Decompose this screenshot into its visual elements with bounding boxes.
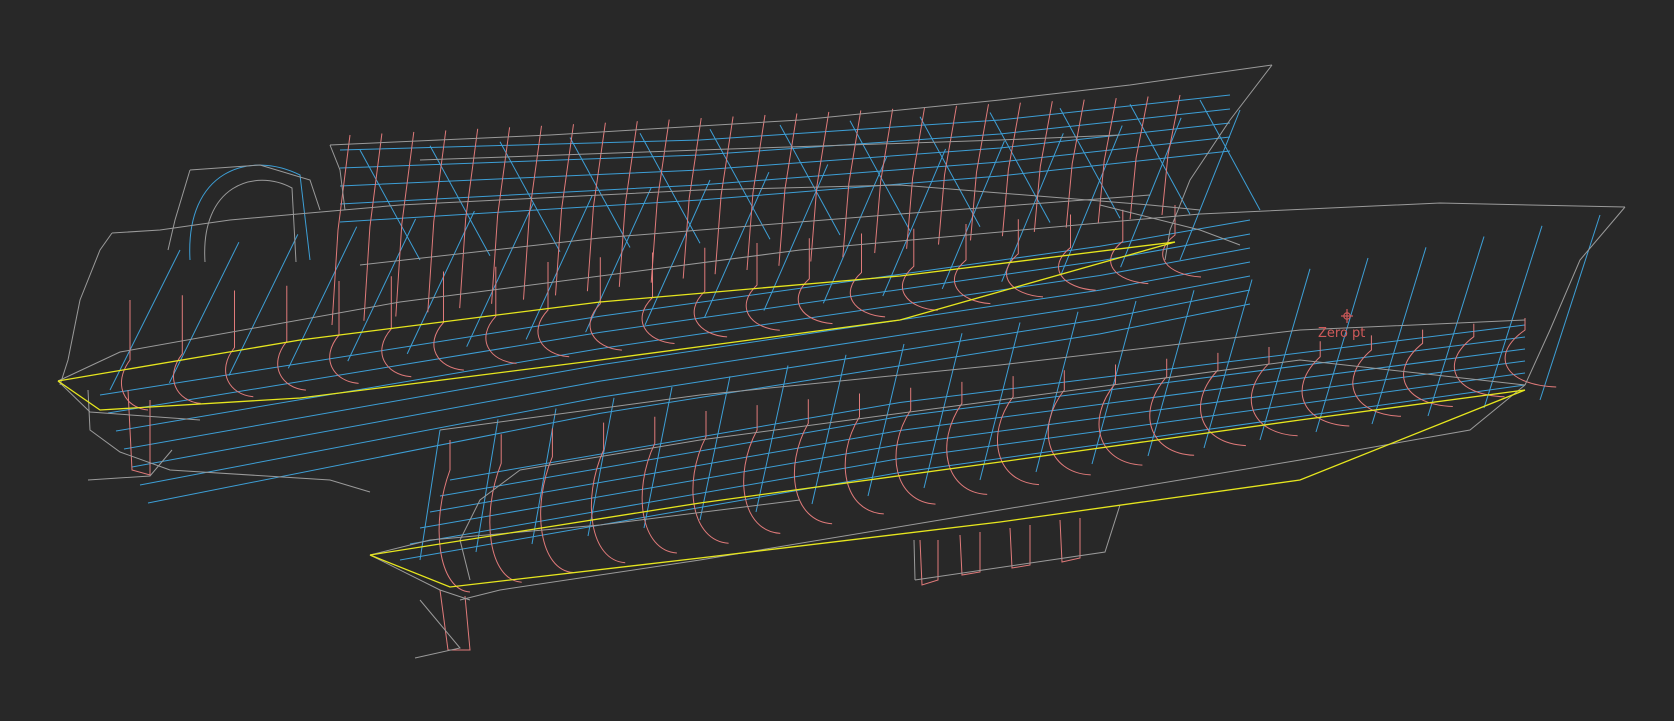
lower-diagonal-4 (643, 386, 673, 529)
cabin-station-18 (906, 107, 926, 249)
cabin-station-0 (331, 134, 351, 326)
outline-line-14 (59, 232, 113, 386)
roof-diagonal-11 (1129, 103, 1191, 215)
cabin-station-4 (459, 128, 479, 309)
lower-hull-station-12 (1047, 370, 1091, 476)
outline-line-11 (414, 599, 461, 659)
3d-viewport[interactable]: Zero pt (0, 0, 1674, 721)
lower-buttock-0 (399, 384, 1526, 561)
cabin-station-23 (1065, 99, 1085, 228)
lower-diagonal-15 (1259, 268, 1311, 441)
cabin-station-25 (1129, 96, 1149, 220)
arch-outline-0 (204, 179, 297, 263)
lower-hull-station-2 (540, 428, 574, 573)
upper-hull-station-14 (849, 233, 886, 318)
cabin-station-21 (1001, 102, 1021, 237)
upper-diagonal-0 (109, 249, 181, 391)
roof-diagonal-2 (499, 141, 561, 252)
outline-line-10 (913, 539, 916, 581)
upper-diagonal-1 (168, 241, 240, 384)
roof-line-2 (339, 122, 1231, 187)
upper-hull-station-1 (173, 295, 201, 404)
cabin-station-2 (395, 131, 415, 317)
lower-hull-station-0 (438, 440, 471, 593)
upper-diagonal-10 (703, 171, 770, 319)
lower-hull-station-14 (1149, 358, 1195, 456)
origin-label: Zero pt (1318, 326, 1365, 341)
outline-line-12 (87, 449, 173, 481)
cabin-station-12 (714, 116, 734, 275)
skeg-0 (127, 389, 151, 476)
cabin-station-26 (1161, 94, 1181, 216)
roof-diagonal-6 (779, 124, 841, 236)
lower-hull-station-18 (1352, 335, 1402, 417)
cabin-station-24 (1097, 98, 1117, 224)
cabin-station-14 (778, 113, 798, 266)
skeg-4 (1009, 525, 1031, 569)
cabin-station-20 (970, 104, 989, 241)
upper-hull-station-2 (225, 290, 254, 398)
lower-hull-station-9 (895, 387, 936, 505)
lower-diagonal-5 (699, 376, 731, 521)
hull-outline-lines (57, 64, 1626, 659)
cabin-station-10 (650, 119, 670, 283)
lower-hull-station-19 (1403, 329, 1453, 407)
upper-diagonal-3 (287, 226, 358, 369)
cabin-station-17 (874, 108, 894, 254)
upper-hull-station-3 (277, 285, 306, 391)
lower-hull-station-1 (489, 434, 522, 583)
lower-diagonal-20 (1539, 214, 1601, 401)
outline-line-4 (369, 554, 471, 601)
lower-hull-station-20 (1454, 323, 1505, 398)
cabin-station-13 (746, 114, 766, 271)
cabin-station-16 (842, 110, 862, 258)
outline-line-20 (419, 134, 1121, 161)
upper-hull-station-13 (797, 238, 833, 325)
roof-line-0 (339, 94, 1231, 151)
lower-buttock-3 (429, 348, 1526, 513)
skeg-3 (959, 532, 981, 576)
cabin-station-11 (682, 118, 702, 279)
hull-wireframe-model: Zero pt (57, 64, 1626, 659)
origin-marker[interactable]: Zero pt (1318, 309, 1365, 341)
skeg-5 (1059, 518, 1081, 563)
lower-diagonal-13 (1147, 290, 1195, 457)
outline-line-23 (359, 194, 1151, 266)
lower-hull-station-21 (1504, 318, 1557, 388)
waterline-0 (57, 241, 1176, 382)
upper-diagonal-7 (525, 195, 593, 340)
upper-diagonal-4 (347, 218, 417, 362)
outline-line-17 (329, 144, 346, 211)
waterline-lines (57, 241, 1526, 588)
upper-hull-station-0 (120, 300, 149, 411)
lower-hull-station-4 (641, 416, 677, 554)
upper-diagonal-2 (228, 234, 299, 376)
cabin-station-19 (938, 105, 957, 245)
upper-buttock-0 (99, 219, 1251, 396)
lower-diagonal-19 (1483, 225, 1543, 409)
lower-buttock-2 (419, 360, 1526, 529)
origin-marker-icon (1341, 309, 1353, 323)
roof-diagonal-12 (1199, 99, 1261, 211)
lower-diagonal-18 (1427, 236, 1485, 417)
upper-hull-station-19 (1110, 209, 1149, 285)
upper-diagonal-6 (466, 203, 534, 347)
outline-line-9 (914, 504, 1121, 581)
outline-line-19 (167, 169, 191, 251)
upper-hull-station-9 (589, 257, 622, 351)
